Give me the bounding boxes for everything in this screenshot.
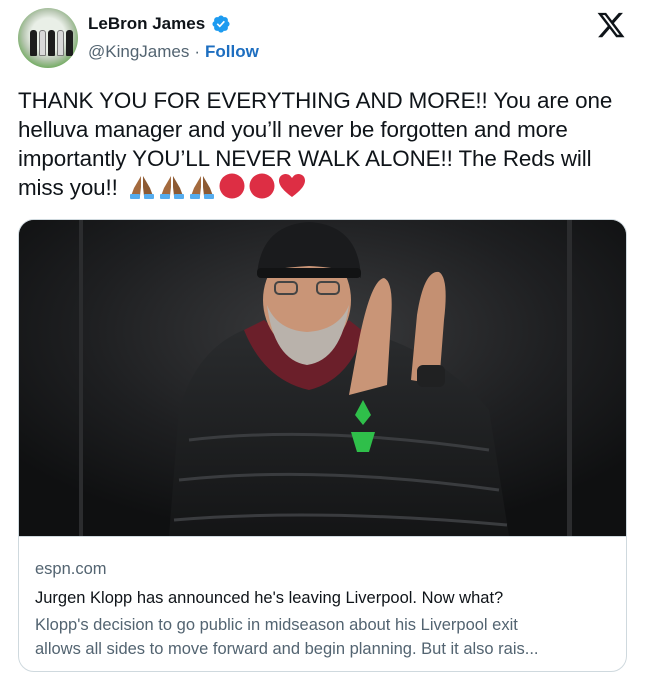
verified-badge-icon [212,15,230,33]
tweet-emojis [128,173,306,199]
tweet-header: LeBron James @KingJames · Follow [18,8,630,68]
handle-separator: · [194,42,201,61]
author-handle[interactable]: @KingJames [88,42,189,62]
folded-hands-emoji-icon [159,176,184,199]
tweet-text: THANK YOU FOR EVERYTHING AND MORE!! You … [18,86,633,202]
card-description-line: Klopp's decision to go public in midseas… [35,616,518,634]
author-display-name[interactable]: LeBron James [88,14,205,34]
avatar-figure [48,30,55,56]
follow-button[interactable]: Follow [205,42,259,62]
folded-hands-emoji-icon [129,176,154,199]
card-description: Klopp's decision to go public in midseas… [35,613,610,661]
red-heart-emoji-icon [278,174,305,197]
x-logo-icon[interactable] [596,10,626,40]
red-circle-emoji-icon [249,173,275,199]
link-preview-card[interactable]: espn.com Jurgen Klopp has announced he's… [18,219,627,672]
avatar-figure [39,30,46,56]
card-title[interactable]: Jurgen Klopp has announced he's leaving … [35,586,610,610]
card-meta: espn.com Jurgen Klopp has announced he's… [19,536,626,671]
avatar-figure [57,30,64,56]
card-description-line: allows all sides to move forward and beg… [35,640,539,658]
author-avatar[interactable] [18,8,78,68]
tweet-body: THANK YOU FOR EVERYTHING AND MORE!! You … [18,88,613,200]
card-image[interactable] [19,220,626,536]
red-circle-emoji-icon [219,173,245,199]
card-domain: espn.com [35,560,107,578]
avatar-figure [66,30,73,56]
author-name-row: LeBron James [88,14,231,34]
author-handle-row: @KingJames · Follow [88,42,259,62]
folded-hands-emoji-icon [189,176,214,199]
avatar-figure [30,30,37,56]
card-photo [19,220,626,536]
